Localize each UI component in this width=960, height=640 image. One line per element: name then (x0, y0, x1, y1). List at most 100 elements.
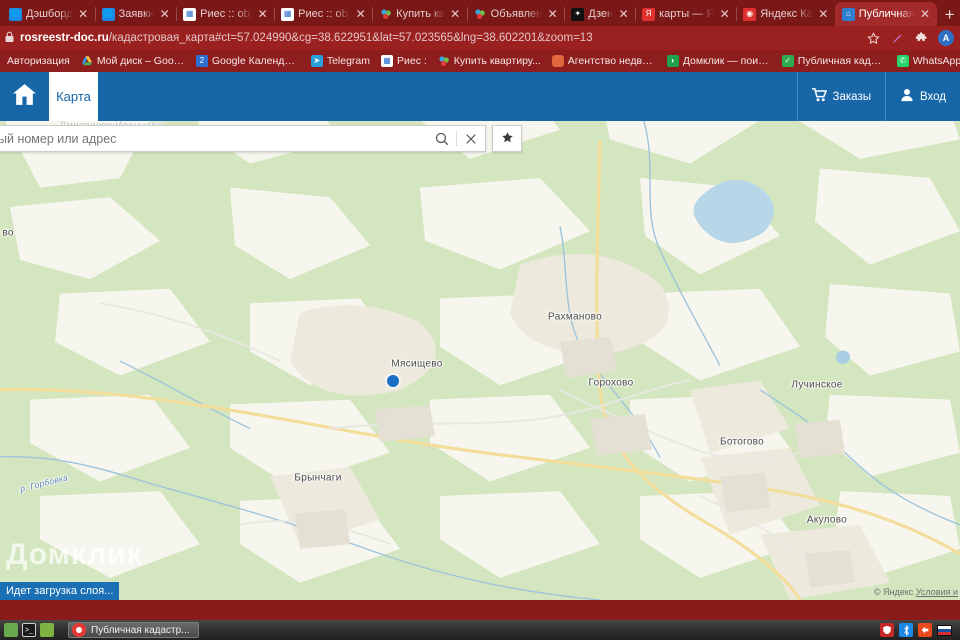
browser-tab[interactable]: ⌂ Публичная ✕ (834, 2, 937, 26)
browser-tab[interactable]: Объявлен ✕ (466, 2, 565, 26)
bookmark-item[interactable]: ◗ Домклик — поиск... (663, 53, 775, 69)
close-icon[interactable] (457, 126, 485, 151)
update-icon[interactable] (918, 623, 932, 637)
bluetooth-icon[interactable] (899, 623, 913, 637)
tab-close-button[interactable]: ✕ (617, 8, 630, 21)
search-input[interactable] (0, 131, 428, 146)
grid-icon: ▦ (281, 7, 295, 21)
house-icon: ⌂ (841, 7, 855, 21)
tab-strip: 🌐 Дэшборд ✕ 🌐 Заявки ✕ ▦ Риес :: obj ✕ ▦ Риес :: o… (0, 0, 960, 26)
map-marker[interactable] (387, 375, 399, 387)
browser-tab[interactable]: ▦ Риес :: obj ✕ (274, 2, 372, 26)
chrome-icon (72, 623, 86, 637)
drive-icon (81, 55, 93, 67)
cart-icon (811, 88, 827, 105)
tab-close-button[interactable]: ✕ (718, 8, 731, 21)
pen-icon[interactable] (890, 31, 905, 46)
map-place-label: Горохово (588, 377, 634, 389)
whatsapp-icon: ✆ (896, 55, 909, 67)
calendar-icon: 2 (195, 55, 208, 67)
terminal-icon[interactable]: >_ (22, 623, 36, 637)
puzzle-icon[interactable] (914, 31, 929, 46)
tab-map[interactable]: Карта (49, 72, 98, 121)
url-host: rosreestr-doc.ru (20, 32, 109, 44)
map-loading-text: Идет загрузка слоя... (6, 585, 114, 597)
browser-tab[interactable]: Купить кв ✕ (372, 2, 467, 26)
bookmark-item[interactable]: 2 Google Календар... (192, 53, 304, 69)
tab-title: карты — Я (659, 8, 715, 20)
browser-window: 🌐 Дэшборд ✕ 🌐 Заявки ✕ ▦ Риес :: obj ✕ ▦ Риес :: o… (0, 0, 960, 620)
tab-close-button[interactable]: ✕ (354, 8, 367, 21)
bookmark-label: Домклик — поиск... (682, 55, 771, 67)
map-place-label: Рахманово (548, 311, 602, 323)
attribution-provider: © Яндекс (873, 587, 914, 597)
map-place-label: Акулово (806, 514, 848, 526)
bookmark-label: Купить квартиру... (453, 55, 541, 67)
home-button[interactable] (0, 72, 49, 121)
attribution-terms-link[interactable]: Условия и (916, 587, 958, 597)
menu-icon[interactable] (4, 623, 18, 637)
ru-flag-icon[interactable] (937, 624, 952, 636)
login-label: Вход (919, 90, 946, 103)
map-loading-status: Идет загрузка слоя... (0, 582, 120, 600)
bookmark-item[interactable]: ✓ Публичная кадас... (778, 53, 890, 69)
bookmark-item[interactable]: Мой диск – Googl... (77, 53, 189, 69)
os-taskbar: >_ Публичная кадастр... (0, 620, 960, 640)
taskbar-window-button[interactable]: Публичная кадастр... (68, 622, 199, 638)
tab-title: Заявки (118, 8, 155, 20)
tab-close-button[interactable]: ✕ (77, 8, 90, 21)
bookmark-label: Риес : (397, 55, 427, 67)
bookmark-label: Telegram (326, 55, 370, 67)
orders-button[interactable]: Заказы (796, 72, 885, 121)
tab-close-button[interactable]: ✕ (158, 8, 171, 21)
bookmark-label: Авторизация (7, 55, 70, 67)
taskbar-window-title: Публичная кадастр... (91, 624, 190, 636)
browser-tab[interactable]: ✦ Дзен ✕ (564, 2, 635, 26)
map-attribution: © Яндекс Условия и (874, 587, 958, 597)
browser-tab[interactable]: 🌐 Дэшборд ✕ (2, 2, 95, 26)
favorites-button[interactable] (492, 125, 522, 152)
star-icon (501, 131, 514, 147)
bookmark-label: Агентство недви... (567, 55, 656, 67)
bookmark-item[interactable]: Агентство недви... (548, 53, 660, 69)
profile-avatar[interactable]: A (938, 30, 954, 46)
tab-close-button[interactable]: ✕ (817, 8, 830, 21)
yandex-icon: Я (642, 7, 656, 21)
system-tray (880, 623, 956, 637)
new-tab-button[interactable]: + (937, 4, 960, 26)
omnibox-row: rosreestr-doc.ru/кадастровая_карта#ct=57… (0, 26, 960, 50)
files-icon[interactable] (40, 623, 54, 637)
browser-tab[interactable]: Якарты — Я ✕ (635, 2, 736, 26)
bookmark-item[interactable]: ➤ Telegram (307, 53, 374, 69)
tab-close-button[interactable]: ✕ (919, 8, 932, 21)
orders-label: Заказы (832, 90, 871, 103)
cadastral-search-box[interactable] (0, 125, 486, 152)
shield-icon[interactable] (880, 623, 894, 637)
bookmark-item[interactable]: ▦ Риес : (377, 53, 431, 69)
map-place-label: Брынчаги (294, 472, 342, 484)
page-info-icon[interactable] (4, 31, 15, 46)
search-icon[interactable] (428, 126, 456, 151)
star-icon[interactable] (866, 31, 881, 46)
tab-close-button[interactable]: ✕ (546, 8, 559, 21)
browser-tab[interactable]: ▦ Риес :: obj ✕ (176, 2, 274, 26)
bookmark-item[interactable]: Купить квартиру... (434, 53, 545, 69)
bookmark-label: Google Календар... (211, 55, 300, 67)
header-spacer (98, 72, 797, 121)
dzen-icon: ✦ (571, 7, 585, 21)
tab-close-button[interactable]: ✕ (256, 8, 269, 21)
tab-close-button[interactable]: ✕ (449, 8, 462, 21)
tab-title: Риес :: obj (200, 8, 253, 20)
bookmark-item[interactable]: ✆ WhatsApp (893, 53, 960, 69)
bookmark-item[interactable]: Авторизация (3, 53, 74, 69)
address-bar[interactable]: rosreestr-doc.ru/кадастровая_карта#ct=57… (4, 29, 860, 47)
dots-icon (379, 8, 392, 21)
login-button[interactable]: Вход (884, 72, 960, 121)
telegram-icon: ➤ (310, 55, 323, 67)
browser-tab[interactable]: ◉ Яндекс Ка ✕ (736, 2, 835, 26)
browser-tab[interactable]: 🌐 Заявки ✕ (94, 2, 177, 26)
home-icon (12, 83, 37, 111)
map-place-label: во (2, 227, 14, 239)
tab-title: Объявлен (490, 8, 543, 20)
grid-icon: ▦ (183, 7, 197, 21)
